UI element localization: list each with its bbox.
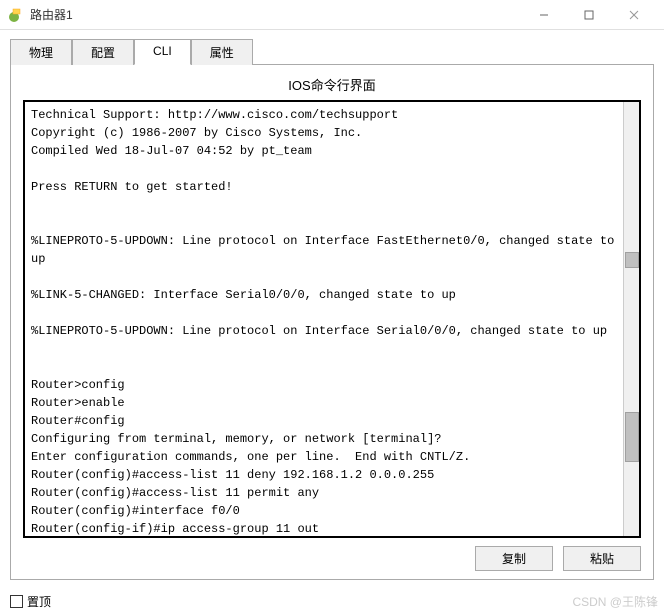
tab-physical[interactable]: 物理 bbox=[10, 39, 72, 65]
panel-title: IOS命令行界面 bbox=[23, 75, 641, 94]
ontop-label: 置顶 bbox=[27, 593, 51, 610]
content-area: 物理 配置 CLI 属性 IOS命令行界面 Technical Support:… bbox=[0, 30, 664, 586]
ontop-option[interactable]: 置顶 bbox=[10, 593, 51, 610]
terminal-container: Technical Support: http://www.cisco.com/… bbox=[23, 100, 641, 538]
footer: 置顶 bbox=[10, 593, 654, 610]
titlebar: 路由器1 bbox=[0, 0, 664, 30]
scrollbar[interactable] bbox=[623, 102, 639, 536]
terminal-output[interactable]: Technical Support: http://www.cisco.com/… bbox=[25, 102, 623, 536]
scrollbar-thumb[interactable] bbox=[625, 252, 639, 268]
tab-cli[interactable]: CLI bbox=[134, 39, 191, 65]
close-button[interactable] bbox=[611, 0, 656, 30]
button-row: 复制 粘贴 bbox=[23, 546, 641, 571]
scrollbar-thumb[interactable] bbox=[625, 412, 639, 462]
paste-button[interactable]: 粘贴 bbox=[563, 546, 641, 571]
app-icon bbox=[8, 7, 24, 23]
maximize-button[interactable] bbox=[566, 0, 611, 30]
window-title: 路由器1 bbox=[30, 6, 521, 23]
cli-panel: IOS命令行界面 Technical Support: http://www.c… bbox=[10, 65, 654, 580]
watermark: CSDN @王陈锋 bbox=[572, 593, 658, 610]
copy-button[interactable]: 复制 bbox=[475, 546, 553, 571]
tab-config[interactable]: 配置 bbox=[72, 39, 134, 65]
ontop-checkbox[interactable] bbox=[10, 595, 23, 608]
tab-attributes[interactable]: 属性 bbox=[191, 39, 253, 65]
tab-bar: 物理 配置 CLI 属性 bbox=[10, 38, 654, 65]
minimize-button[interactable] bbox=[521, 0, 566, 30]
window-controls bbox=[521, 0, 656, 30]
